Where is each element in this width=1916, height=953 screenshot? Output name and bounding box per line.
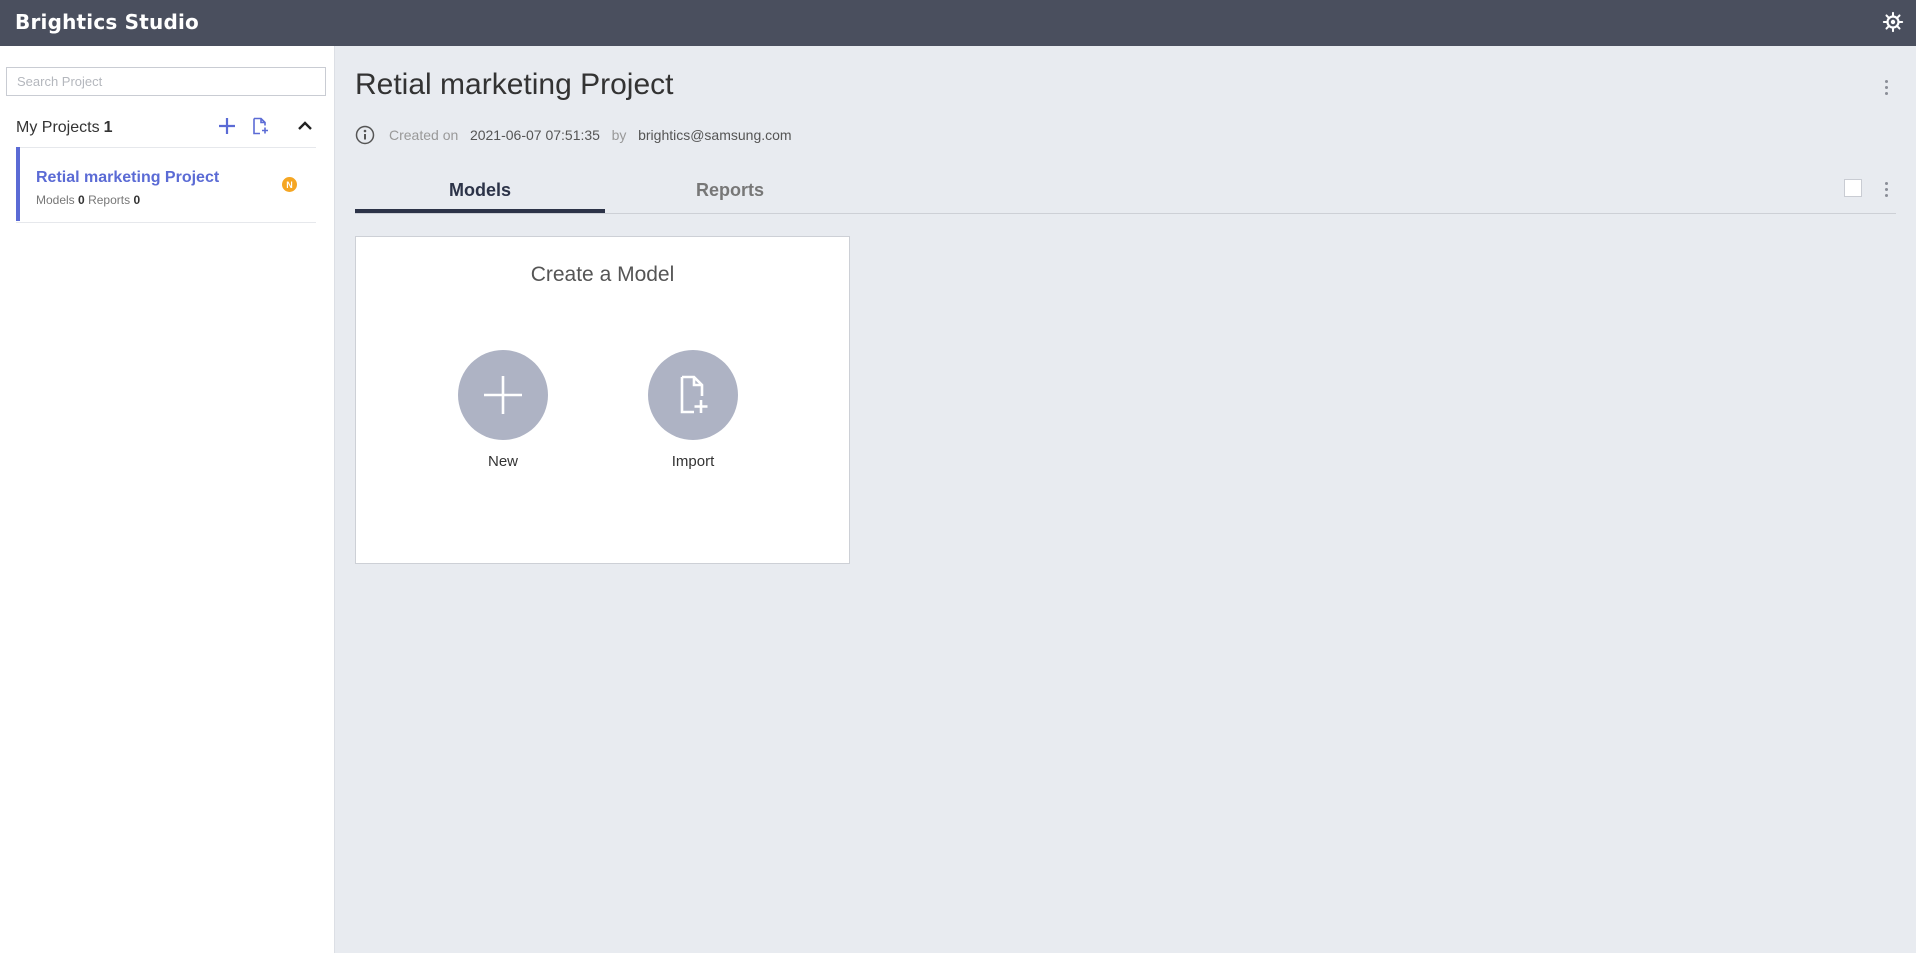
- tab-models[interactable]: Models: [355, 167, 605, 213]
- my-projects-count: 1: [103, 119, 113, 136]
- tab-reports[interactable]: Reports: [605, 167, 855, 213]
- project-name: Retial marketing Project: [36, 169, 220, 186]
- import-project-button[interactable]: [249, 115, 271, 137]
- by-label: by: [611, 127, 627, 143]
- import-label: Import: [671, 453, 715, 470]
- divider: [16, 222, 316, 223]
- new-model-button[interactable]: New: [453, 350, 553, 470]
- project-counts: Models 0 Reports 0: [36, 193, 141, 207]
- plus-icon: [219, 118, 235, 134]
- collapse-projects-button[interactable]: [294, 115, 316, 137]
- project-main: Retial marketing Project Created on 2021…: [355, 46, 1916, 953]
- settings-button[interactable]: [1880, 9, 1906, 35]
- create-model-card: Create a Model New Import: [355, 236, 850, 564]
- new-badge: N: [282, 177, 297, 192]
- import-circle: [648, 350, 738, 440]
- info-icon: [355, 125, 375, 145]
- my-projects-label: My Projects 1: [16, 119, 113, 136]
- created-label: Created on: [389, 127, 459, 143]
- tab-bar: Models Reports: [355, 167, 1896, 214]
- plus-icon: [484, 376, 522, 414]
- card-title: Create a Model: [530, 263, 675, 286]
- chevron-up-icon: [298, 121, 312, 130]
- tab-more-button[interactable]: [1878, 178, 1894, 200]
- top-bar: Brightics Studio: [0, 0, 1916, 46]
- new-circle: [458, 350, 548, 440]
- author-email: brightics@samsung.com: [638, 127, 792, 143]
- project-list-item[interactable]: Retial marketing Project Models 0 Report…: [16, 147, 316, 221]
- search-project-input[interactable]: [6, 67, 326, 96]
- project-more-button[interactable]: [1878, 76, 1894, 98]
- created-date: 2021-06-07 07:51:35: [469, 127, 600, 143]
- my-projects-header: My Projects 1: [16, 112, 316, 142]
- project-sidebar: My Projects1 Retial marketing Project Mo…: [0, 46, 335, 953]
- import-file-icon: [253, 117, 268, 135]
- gear-icon: [1882, 11, 1904, 33]
- import-model-button[interactable]: Import: [643, 350, 743, 470]
- add-project-button[interactable]: [216, 115, 238, 137]
- new-label: New: [487, 453, 518, 470]
- select-all-checkbox[interactable]: [1844, 179, 1862, 197]
- import-file-icon: [680, 375, 708, 414]
- page-title: Retial marketing Project: [355, 68, 674, 101]
- app-title: Brightics Studio: [15, 10, 199, 34]
